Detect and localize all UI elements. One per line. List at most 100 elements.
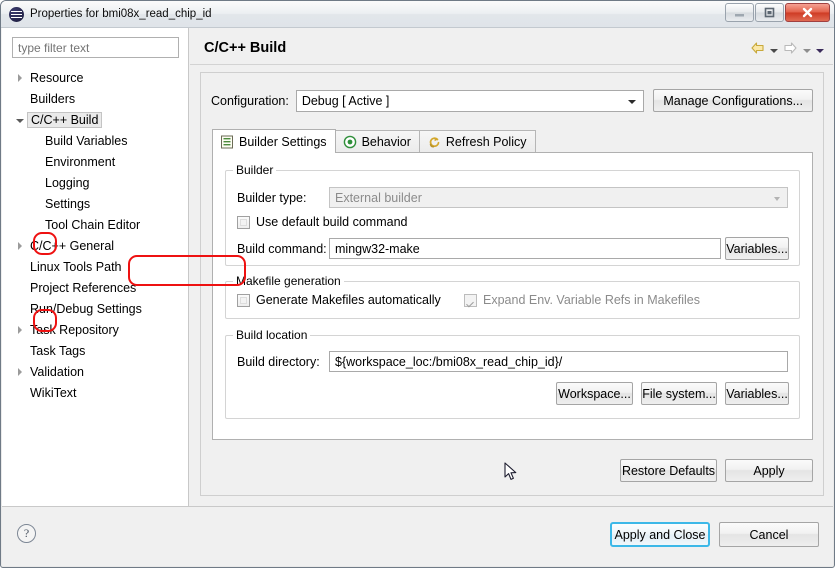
build-directory-label: Build directory:: [237, 355, 320, 369]
page-title: C/C++ Build: [204, 40, 287, 56]
sidebar-item-c-c-build[interactable]: C/C++ Build: [2, 109, 188, 130]
workspace-button[interactable]: Workspace...: [556, 382, 633, 405]
sidebar-item-c-c-general[interactable]: C/C++ General: [2, 235, 188, 256]
tab-behavior[interactable]: Behavior: [334, 130, 420, 153]
cancel-button[interactable]: Cancel: [719, 522, 819, 547]
tab-refresh-policy[interactable]: Refresh Policy: [418, 130, 536, 153]
builder-variables-button[interactable]: Variables...: [725, 237, 789, 260]
chevron-right-icon[interactable]: [12, 367, 27, 376]
sidebar-item-logging[interactable]: Logging: [2, 172, 188, 193]
build-command-value: mingw32-make: [335, 241, 420, 256]
chevron-right-glyph: [17, 241, 22, 250]
forward-history-chevron-icon: [803, 48, 811, 53]
expand-env-vars-checkbox: [464, 293, 477, 307]
expand-env-vars-checkbox-row: Expand Env. Variable Refs in Makefiles: [464, 293, 700, 307]
generate-makefiles-label: Generate Makefiles automatically: [256, 293, 441, 307]
build-command-input[interactable]: mingw32-make: [329, 238, 721, 259]
sidebar-item-label: Linux Tools Path: [30, 259, 122, 274]
sidebar-item-label: Environment: [45, 154, 116, 169]
build-location-group: Build location Build directory: ${worksp…: [225, 328, 800, 419]
dialog-footer: ? Apply and Close Cancel: [2, 506, 833, 566]
sidebar-item-label: Project References: [30, 280, 137, 295]
apply-button[interactable]: Apply: [725, 459, 813, 482]
behavior-icon: [343, 135, 357, 149]
configuration-row: Configuration: Debug [ Active ] Manage C…: [211, 89, 813, 112]
settings-tabs: Builder Settings Behavior Refresh Policy: [212, 129, 813, 153]
manage-configurations-button[interactable]: Manage Configurations...: [653, 89, 813, 112]
sidebar-item-settings[interactable]: Settings: [2, 193, 188, 214]
chevron-right-icon[interactable]: [12, 241, 27, 250]
chevron-right-glyph: [17, 325, 22, 334]
chevron-right-glyph: [17, 367, 22, 376]
sidebar-item-linux-tools-path[interactable]: Linux Tools Path: [2, 256, 188, 277]
generate-makefiles-checkbox-row[interactable]: Generate Makefiles automatically: [237, 293, 441, 307]
sidebar-item-task-tags[interactable]: Task Tags: [2, 340, 188, 361]
sidebar-item-label: C/C++ General: [30, 238, 115, 253]
sidebar-item-label: Logging: [45, 175, 90, 190]
back-history-chevron-icon[interactable]: [770, 48, 778, 53]
maximize-button[interactable]: [755, 3, 784, 22]
card-action-buttons: Restore Defaults Apply: [620, 459, 813, 482]
view-menu-chevron-icon[interactable]: [816, 48, 824, 53]
build-directory-input[interactable]: ${workspace_loc:/bmi08x_read_chip_id}/: [329, 351, 788, 372]
restore-defaults-button[interactable]: Restore Defaults: [620, 459, 717, 482]
chevron-down-glyph: [15, 118, 24, 123]
settings-tree: Resource Builders C/C++ Build Build Variabl…: [2, 64, 188, 506]
sidebar-item-run-debug-settings[interactable]: Run/Debug Settings: [2, 298, 188, 319]
sidebar-item-label: C/C++ Build: [27, 111, 103, 128]
sidebar-item-label: Tool Chain Editor: [45, 217, 141, 232]
filter-input[interactable]: [12, 37, 179, 58]
dialog-body: Resource Builders C/C++ Build Build Variabl…: [2, 28, 833, 506]
builder-type-label: Builder type:: [237, 191, 307, 205]
file-system-button[interactable]: File system...: [641, 382, 717, 405]
refresh-policy-icon: [427, 135, 441, 149]
chevron-right-icon[interactable]: [12, 325, 27, 334]
sidebar-item-project-references[interactable]: Project References: [2, 277, 188, 298]
close-button[interactable]: [785, 3, 830, 22]
sidebar-item-task-repository[interactable]: Task Repository: [2, 319, 188, 340]
use-default-build-command-checkbox[interactable]: [237, 215, 250, 229]
sidebar-item-label: Task Repository: [30, 322, 119, 337]
window-controls: [725, 3, 830, 22]
tab-builder-settings[interactable]: Builder Settings: [212, 129, 336, 153]
configuration-select[interactable]: Debug [ Active ]: [295, 89, 645, 112]
tab-behavior-label: Behavior: [361, 135, 411, 149]
sidebar-item-label: Resource: [30, 70, 84, 85]
help-icon[interactable]: ?: [17, 524, 36, 543]
sidebar-item-validation[interactable]: Validation: [2, 361, 188, 382]
generate-makefiles-checkbox[interactable]: [237, 293, 250, 307]
sidebar-item-tool-chain-editor[interactable]: Tool Chain Editor: [2, 214, 188, 235]
build-settings-card: Configuration: Debug [ Active ] Manage C…: [200, 72, 824, 496]
sidebar-item-wikitext[interactable]: WikiText: [2, 382, 188, 403]
back-arrow-icon[interactable]: [750, 41, 765, 60]
title-separator: [190, 64, 833, 65]
sidebar-item-builders[interactable]: Builders: [2, 88, 188, 109]
sidebar-item-resource[interactable]: Resource: [2, 67, 188, 88]
sidebar-item-label: WikiText: [30, 385, 77, 400]
builder-type-select: External builder: [329, 187, 788, 208]
use-default-build-command-label: Use default build command: [256, 215, 408, 229]
build-directory-value: ${workspace_loc:/bmi08x_read_chip_id}/: [335, 354, 563, 369]
apply-and-close-button[interactable]: Apply and Close: [610, 522, 710, 547]
builder-type-value: External builder: [335, 190, 422, 205]
location-variables-button[interactable]: Variables...: [725, 382, 789, 405]
use-default-build-command-checkbox-row[interactable]: Use default build command: [237, 215, 407, 229]
configuration-value: Debug [ Active ]: [301, 93, 390, 108]
builder-group: Builder Builder type: External builder U…: [225, 163, 800, 266]
builder-settings-icon: [220, 135, 234, 149]
footer-buttons: Apply and Close Cancel: [610, 522, 819, 547]
sidebar-item-build-variables[interactable]: Build Variables: [2, 130, 188, 151]
chevron-right-glyph: [17, 73, 22, 82]
makefile-group-legend: Makefile generation: [233, 274, 344, 288]
tab-refresh-policy-label: Refresh Policy: [445, 135, 527, 149]
sidebar-item-label: Run/Debug Settings: [30, 301, 142, 316]
window-title: Properties for bmi08x_read_chip_id: [30, 8, 212, 20]
sidebar-item-environment[interactable]: Environment: [2, 151, 188, 172]
sidebar-item-label: Build Variables: [45, 133, 128, 148]
makefile-generation-group: Makefile generation Generate Makefiles a…: [225, 274, 800, 319]
settings-content-pane: C/C++ Build Configuration: Debug [Activ…: [190, 28, 833, 506]
minimize-button[interactable]: [725, 3, 754, 22]
chevron-right-icon[interactable]: [12, 73, 27, 82]
expand-env-vars-label: Expand Env. Variable Refs in Makefiles: [483, 293, 701, 307]
chevron-down-icon[interactable]: [12, 117, 27, 123]
